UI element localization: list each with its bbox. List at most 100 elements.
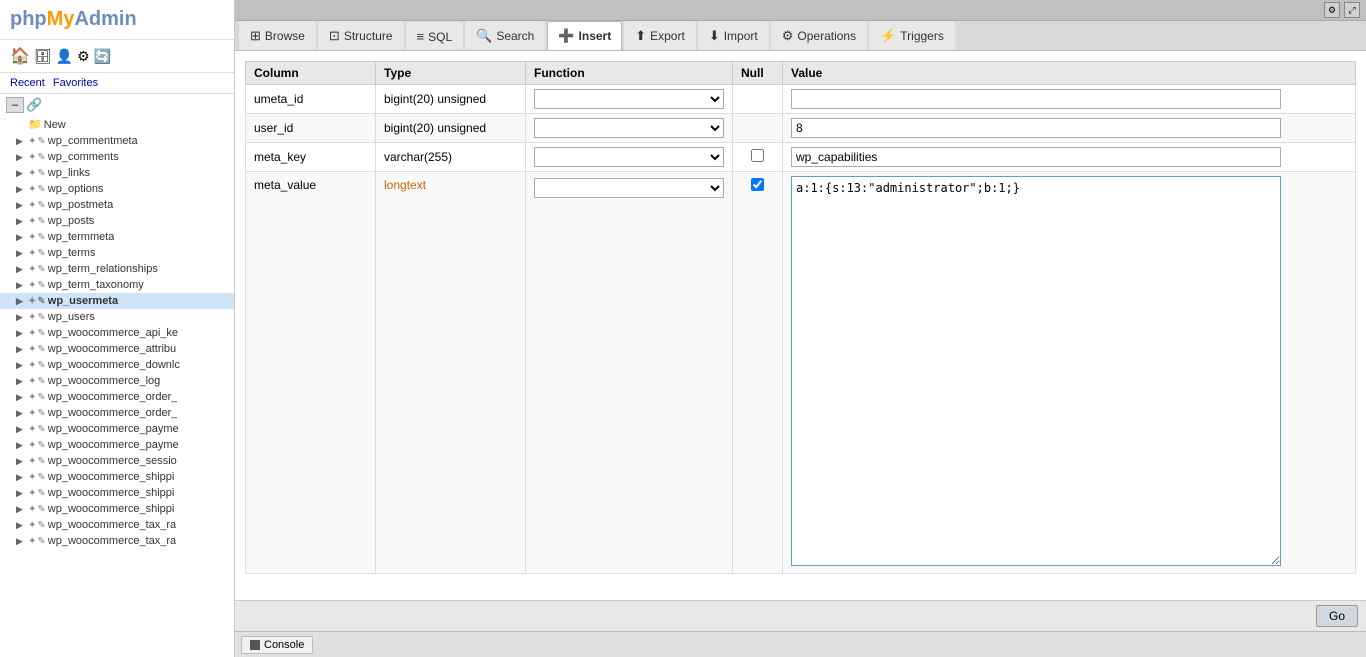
sidebar-item-wp-woocommerce-payme-1[interactable]: ▶ ✦ ✎ wp_woocommerce_payme xyxy=(0,421,234,437)
table-icon: ✦ xyxy=(28,216,36,227)
sidebar-item-wp-links[interactable]: ▶ ✦ ✎ wp_links xyxy=(0,165,234,181)
table-icon: ✦ xyxy=(28,200,36,211)
sidebar-item-wp-woocommerce-log[interactable]: ▶ ✦ ✎ wp_woocommerce_log xyxy=(0,373,234,389)
table-icon: ✦ xyxy=(28,344,36,355)
edit-icon: ✎ xyxy=(37,264,45,275)
tab-search[interactable]: 🔍 Search xyxy=(465,21,545,50)
column-name-umeta-id: umeta_id xyxy=(246,85,376,114)
null-cell-user-id xyxy=(733,114,783,143)
title-bar: ⚙ ⤢ xyxy=(235,0,1366,21)
search-tab-icon: 🔍 xyxy=(476,28,492,44)
tab-search-label: Search xyxy=(496,29,534,43)
edit-icon: ✎ xyxy=(37,152,45,163)
sidebar-item-wp-woocommerce-tax-ra-2[interactable]: ▶ ✦ ✎ wp_woocommerce_tax_ra xyxy=(0,533,234,549)
sidebar-item-wp-woocommerce-payme-2[interactable]: ▶ ✦ ✎ wp_woocommerce_payme xyxy=(0,437,234,453)
function-select-user-id[interactable]: AES_DECRYPTAES_ENCRYPTBINBIT_COUNTCHARCO… xyxy=(534,118,724,138)
maximize-icon[interactable]: ⤢ xyxy=(1344,2,1360,18)
table-icon: ✦ xyxy=(28,296,36,307)
refresh-icon[interactable]: 🔄 xyxy=(94,48,111,65)
sidebar-item-wp-woocommerce-shippi-2[interactable]: ▶ ✦ ✎ wp_woocommerce_shippi xyxy=(0,485,234,501)
function-select-meta-key[interactable]: AES_DECRYPTAES_ENCRYPTBINBIT_COUNTCHARCO… xyxy=(534,147,724,167)
null-cell-umeta-id xyxy=(733,85,783,114)
function-cell-umeta-id: AES_DECRYPTAES_ENCRYPTBINBIT_COUNTCHARCO… xyxy=(526,85,733,114)
table-row: user_id bigint(20) unsigned AES_DECRYPTA… xyxy=(246,114,1356,143)
collapse-all-button[interactable]: – xyxy=(6,97,24,113)
db-icon[interactable]: 🗄 xyxy=(34,48,52,65)
console-button[interactable]: Console xyxy=(241,636,313,654)
go-button[interactable]: Go xyxy=(1316,605,1358,627)
user-icon[interactable]: 👤 xyxy=(56,48,73,65)
function-select-umeta-id[interactable]: AES_DECRYPTAES_ENCRYPTBINBIT_COUNTCHARCO… xyxy=(534,89,724,109)
value-cell-user-id xyxy=(783,114,1356,143)
tab-import[interactable]: ⬇ Import xyxy=(698,21,769,50)
edit-icon: ✎ xyxy=(37,488,45,499)
console-label: Console xyxy=(264,639,304,651)
sidebar-item-wp-terms[interactable]: ▶ ✦ ✎ wp_terms xyxy=(0,245,234,261)
sidebar-item-wp-usermeta[interactable]: ▶ ✦ ✎ wp_usermeta xyxy=(0,293,234,309)
sidebar-item-wp-posts[interactable]: ▶ ✦ ✎ wp_posts xyxy=(0,213,234,229)
window-controls: ⚙ ⤢ xyxy=(1324,2,1360,18)
sidebar-item-wp-term-taxonomy[interactable]: ▶ ✦ ✎ wp_term_taxonomy xyxy=(0,277,234,293)
sidebar-item-new[interactable]: 📁 New xyxy=(0,116,234,133)
settings-icon[interactable]: ⚙ xyxy=(77,48,90,65)
null-checkbox-meta-value[interactable] xyxy=(751,178,764,191)
sidebar-item-wp-comments[interactable]: ▶ ✦ ✎ wp_comments xyxy=(0,149,234,165)
sql-icon: ≡ xyxy=(417,29,425,44)
table-icon: ✦ xyxy=(28,376,36,387)
home-icon[interactable]: 🏠 xyxy=(10,46,30,66)
sidebar-item-wp-woocommerce-api-ke[interactable]: ▶ ✦ ✎ wp_woocommerce_api_ke xyxy=(0,325,234,341)
edit-icon: ✎ xyxy=(37,136,45,147)
sidebar-item-wp-woocommerce-order-2[interactable]: ▶ ✦ ✎ wp_woocommerce_order_ xyxy=(0,405,234,421)
sidebar-item-wp-commentmeta[interactable]: ▶ ✦ ✎ wp_commentmeta xyxy=(0,133,234,149)
table-row: meta_key varchar(255) AES_DECRYPTAES_ENC… xyxy=(246,143,1356,172)
value-input-umeta-id[interactable] xyxy=(791,89,1281,109)
tab-browse[interactable]: ⊞ Browse xyxy=(239,21,316,50)
table-icon: ✦ xyxy=(28,168,36,179)
sidebar-item-wp-users[interactable]: ▶ ✦ ✎ wp_users xyxy=(0,309,234,325)
sidebar-item-wp-woocommerce-shippi-3[interactable]: ▶ ✦ ✎ wp_woocommerce_shippi xyxy=(0,501,234,517)
column-name-meta-key: meta_key xyxy=(246,143,376,172)
main-content: ⚙ ⤢ ⊞ Browse ⊡ Structure ≡ SQL 🔍 Search xyxy=(235,0,1366,657)
tab-structure[interactable]: ⊡ Structure xyxy=(318,21,404,50)
tab-operations[interactable]: ⚙ Operations xyxy=(771,21,867,50)
sidebar-item-wp-term-relationships[interactable]: ▶ ✦ ✎ wp_term_relationships xyxy=(0,261,234,277)
bottombar: Console xyxy=(235,631,1366,657)
column-name-user-id: user_id xyxy=(246,114,376,143)
sidebar-item-wp-options[interactable]: ▶ ✦ ✎ wp_options xyxy=(0,181,234,197)
table-icon: ✦ xyxy=(28,424,36,435)
value-textarea-meta-value[interactable]: a:1:{s:13:"administrator";b:1;} xyxy=(791,176,1281,566)
null-cell-meta-value xyxy=(733,172,783,574)
triggers-icon: ⚡ xyxy=(880,28,896,44)
sidebar: phpMyAdmin 🏠 🗄 👤 ⚙ 🔄 Recent Favorites – … xyxy=(0,0,235,657)
favorites-link[interactable]: Favorites xyxy=(53,77,98,89)
table-icon: ✦ xyxy=(28,440,36,451)
sidebar-item-wp-woocommerce-shippi-1[interactable]: ▶ ✦ ✎ wp_woocommerce_shippi xyxy=(0,469,234,485)
edit-icon: ✎ xyxy=(37,360,45,371)
function-cell-user-id: AES_DECRYPTAES_ENCRYPTBINBIT_COUNTCHARCO… xyxy=(526,114,733,143)
sidebar-item-wp-woocommerce-tax-ra-1[interactable]: ▶ ✦ ✎ wp_woocommerce_tax_ra xyxy=(0,517,234,533)
function-select-meta-value[interactable]: AES_DECRYPTAES_ENCRYPTBINBIT_COUNTCHARCO… xyxy=(534,178,724,198)
sidebar-item-wp-woocommerce-downlc[interactable]: ▶ ✦ ✎ wp_woocommerce_downlc xyxy=(0,357,234,373)
edit-icon: ✎ xyxy=(37,456,45,467)
tab-sql[interactable]: ≡ SQL xyxy=(406,22,464,50)
value-input-meta-key[interactable] xyxy=(791,147,1281,167)
sidebar-item-wp-postmeta[interactable]: ▶ ✦ ✎ wp_postmeta xyxy=(0,197,234,213)
recent-link[interactable]: Recent xyxy=(10,77,45,89)
value-input-user-id[interactable] xyxy=(791,118,1281,138)
settings-window-icon[interactable]: ⚙ xyxy=(1324,2,1340,18)
tab-triggers[interactable]: ⚡ Triggers xyxy=(869,21,955,50)
edit-icon: ✎ xyxy=(37,408,45,419)
sidebar-item-wp-woocommerce-order-1[interactable]: ▶ ✦ ✎ wp_woocommerce_order_ xyxy=(0,389,234,405)
type-header: Type xyxy=(376,62,526,85)
null-checkbox-meta-key[interactable] xyxy=(751,149,764,162)
tab-import-label: Import xyxy=(724,29,758,43)
tab-operations-label: Operations xyxy=(797,29,856,43)
sidebar-item-wp-woocommerce-attribu[interactable]: ▶ ✦ ✎ wp_woocommerce_attribu xyxy=(0,341,234,357)
insert-table: Column Type Function Null Value umeta_id… xyxy=(245,61,1356,574)
tab-export[interactable]: ⬆ Export xyxy=(624,21,696,50)
tab-insert[interactable]: ➕ Insert xyxy=(547,21,622,50)
column-type-meta-key: varchar(255) xyxy=(376,143,526,172)
sidebar-item-wp-woocommerce-sessio[interactable]: ▶ ✦ ✎ wp_woocommerce_sessio xyxy=(0,453,234,469)
sidebar-item-wp-termmeta[interactable]: ▶ ✦ ✎ wp_termmeta xyxy=(0,229,234,245)
edit-icon: ✎ xyxy=(37,472,45,483)
